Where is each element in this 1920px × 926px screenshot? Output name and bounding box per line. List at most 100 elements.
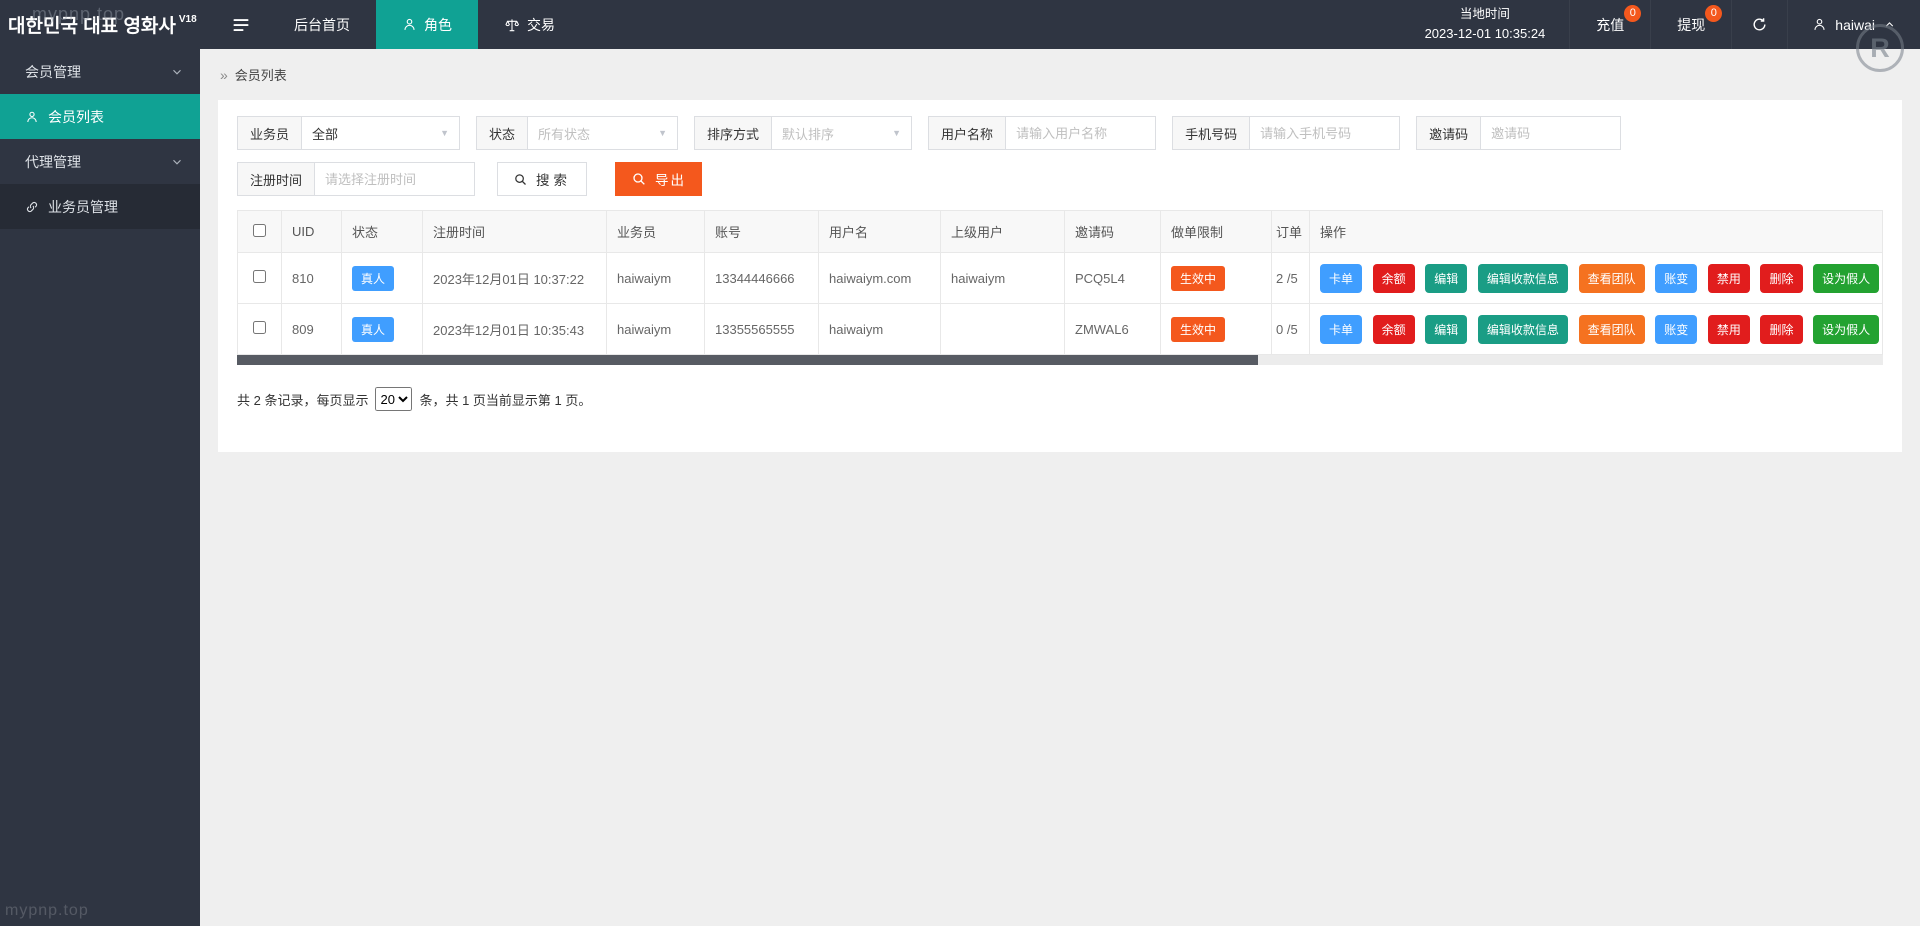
sidebar: 会员管理 会员列表 代理管理 业务员管理 mypnp.top: [0, 49, 200, 926]
sidebar-toggle-button[interactable]: [214, 0, 268, 49]
delete-button[interactable]: 删除: [1760, 263, 1803, 293]
view-team-button[interactable]: 查看团队: [1578, 314, 1645, 344]
cell-uid: 810: [281, 252, 342, 304]
cell-order-limit: 生效中: [1160, 303, 1272, 355]
filter-phone-label: 手机号码: [1172, 116, 1251, 150]
view-team-button[interactable]: 查看团队: [1578, 263, 1645, 293]
filter-row-1: 业务员 全部 ▼ 状态 所有状态 ▼ 排序方式 默认排序 ▼ 用户名称 请输入用…: [237, 116, 1883, 150]
member-list-card: 业务员 全部 ▼ 状态 所有状态 ▼ 排序方式 默认排序 ▼ 用户名称 请输入用…: [218, 100, 1902, 452]
col-reg-time: 注册时间: [422, 210, 607, 253]
row-checkbox[interactable]: [253, 321, 266, 334]
menu-item-trade[interactable]: 交易: [478, 0, 581, 49]
balance-button[interactable]: 余额: [1372, 314, 1415, 344]
status-select[interactable]: 所有状态 ▼: [528, 116, 679, 150]
card-order-button[interactable]: 卡单: [1320, 263, 1363, 293]
username-input[interactable]: [1006, 116, 1157, 150]
hamburger-icon: [233, 18, 249, 31]
salesman-select-value: 全部: [312, 126, 339, 142]
local-time-block: 当地时间 2023-12-01 10:35:24: [1401, 0, 1570, 49]
col-account: 账号: [704, 210, 819, 253]
export-button[interactable]: 导出: [615, 162, 703, 196]
caret-down-icon: ▼: [658, 128, 668, 138]
status-badge: 真人: [352, 265, 395, 291]
col-orders: 订单: [1271, 210, 1310, 253]
recharge-badge: 0: [1624, 5, 1642, 22]
cell-orders: 2 /5: [1271, 252, 1310, 304]
filter-row-2: 注册时间 搜索 导出: [237, 162, 1883, 196]
user-menu[interactable]: haiwai: [1787, 0, 1920, 49]
card-order-button[interactable]: 卡单: [1320, 314, 1363, 344]
brand-title: 대한민국 대표 영화사 V18: [0, 0, 214, 49]
cell-account: 13355565555: [704, 303, 819, 355]
search-button[interactable]: 搜索: [497, 162, 588, 196]
recharge-button[interactable]: 充值 0: [1569, 0, 1650, 49]
salesman-select[interactable]: 全部 ▼: [302, 116, 461, 150]
withdraw-badge: 0: [1705, 5, 1723, 22]
cell-uid: 809: [281, 303, 342, 355]
edit-payment-info-button[interactable]: 编辑收款信息: [1477, 263, 1568, 293]
delete-button[interactable]: 删除: [1760, 314, 1803, 344]
chevron-down-icon: [172, 159, 182, 164]
refresh-button[interactable]: [1731, 0, 1787, 49]
filter-phone: 手机号码: [1172, 116, 1401, 150]
col-order-limit: 做单限制: [1160, 210, 1272, 253]
row-checkbox[interactable]: [253, 270, 266, 283]
sidebar-item-salesman-management[interactable]: 业务员管理: [0, 184, 200, 229]
regtime-input[interactable]: [315, 162, 476, 196]
select-all-checkbox[interactable]: [253, 223, 266, 237]
phone-input[interactable]: [1250, 116, 1401, 150]
cell-parent-user: [940, 303, 1065, 355]
watermark-domain-bottom: mypnp.top: [5, 902, 89, 919]
sidebar-item-member-list[interactable]: 会员列表: [0, 94, 200, 139]
row-select-cell: [237, 303, 282, 355]
invite-code-input[interactable]: [1481, 116, 1622, 150]
set-fake-button[interactable]: 设为假人: [1813, 263, 1880, 293]
withdraw-label: 提现: [1677, 16, 1706, 33]
sidebar-item-label: 会员列表: [48, 108, 104, 125]
limit-badge: 生效中: [1171, 316, 1226, 342]
disable-button[interactable]: 禁用: [1707, 314, 1750, 344]
set-fake-button[interactable]: 设为假人: [1813, 314, 1880, 344]
col-invite-code: 邀请码: [1064, 210, 1161, 253]
edit-button[interactable]: 编辑: [1425, 263, 1468, 293]
row-select-cell: [237, 252, 282, 304]
main-menu: 后台首页 角色 交易: [268, 0, 581, 49]
local-time-value: 2023-12-01 10:35:24: [1424, 26, 1546, 42]
edit-payment-info-button[interactable]: 编辑收款信息: [1477, 314, 1568, 344]
pagination-prefix: 共 2 条记录，每页显示: [237, 392, 369, 408]
chevron-up-icon: [1885, 22, 1894, 27]
balance-button[interactable]: 余额: [1372, 263, 1415, 293]
withdraw-button[interactable]: 提现 0: [1650, 0, 1731, 49]
pagination-suffix: 条，共 1 页当前显示第 1 页。: [419, 392, 592, 408]
cell-actions: 卡单 余额 编辑 编辑收款信息 查看团队 账变 禁用 删除 设为假人: [1309, 252, 1883, 304]
menu-item-dashboard[interactable]: 后台首页: [268, 0, 376, 49]
scrollbar-thumb[interactable]: [237, 355, 1258, 365]
cell-username: haiwaiym: [818, 303, 941, 355]
filter-invite-label: 邀请码: [1416, 116, 1482, 150]
edit-button[interactable]: 编辑: [1425, 314, 1468, 344]
horizontal-scrollbar[interactable]: [237, 355, 1883, 365]
page-size-select[interactable]: 20: [375, 387, 413, 411]
disable-button[interactable]: 禁用: [1707, 263, 1750, 293]
refresh-icon: [1753, 17, 1766, 31]
chevron-down-icon: [172, 69, 182, 74]
breadcrumb: » 会员列表: [200, 49, 1920, 98]
sidebar-group-member-management[interactable]: 会员管理: [0, 49, 200, 94]
menu-item-role[interactable]: 角色: [376, 0, 478, 49]
account-change-button[interactable]: 账变: [1655, 314, 1698, 344]
sidebar-group-agent-management[interactable]: 代理管理: [0, 139, 200, 184]
sort-select[interactable]: 默认排序 ▼: [772, 116, 913, 150]
recharge-label: 充值: [1596, 16, 1625, 33]
member-table: UID 状态 注册时间 业务员 账号 用户名 上级用户 邀请码 做单限制 订单 …: [237, 210, 1883, 355]
user-icon: [1814, 18, 1825, 31]
account-change-button[interactable]: 账变: [1655, 263, 1698, 293]
filter-salesman-label: 业务员: [237, 116, 303, 150]
scales-icon: [505, 18, 519, 31]
table-row: 810 真人 2023年12月01日 10:37:22 haiwaiym 133…: [237, 252, 1883, 304]
cell-reg-time: 2023年12月01日 10:35:43: [422, 303, 607, 355]
table-row: 809 真人 2023年12月01日 10:35:43 haiwaiym 133…: [237, 303, 1883, 355]
breadcrumb-arrows: »: [220, 66, 228, 83]
filter-username-label: 用户名称: [928, 116, 1007, 150]
cell-parent-user: haiwaiym: [940, 252, 1065, 304]
top-navbar: 대한민국 대표 영화사 V18 后台首页 角色 交易 当地时间 2023-12-…: [0, 0, 1920, 49]
